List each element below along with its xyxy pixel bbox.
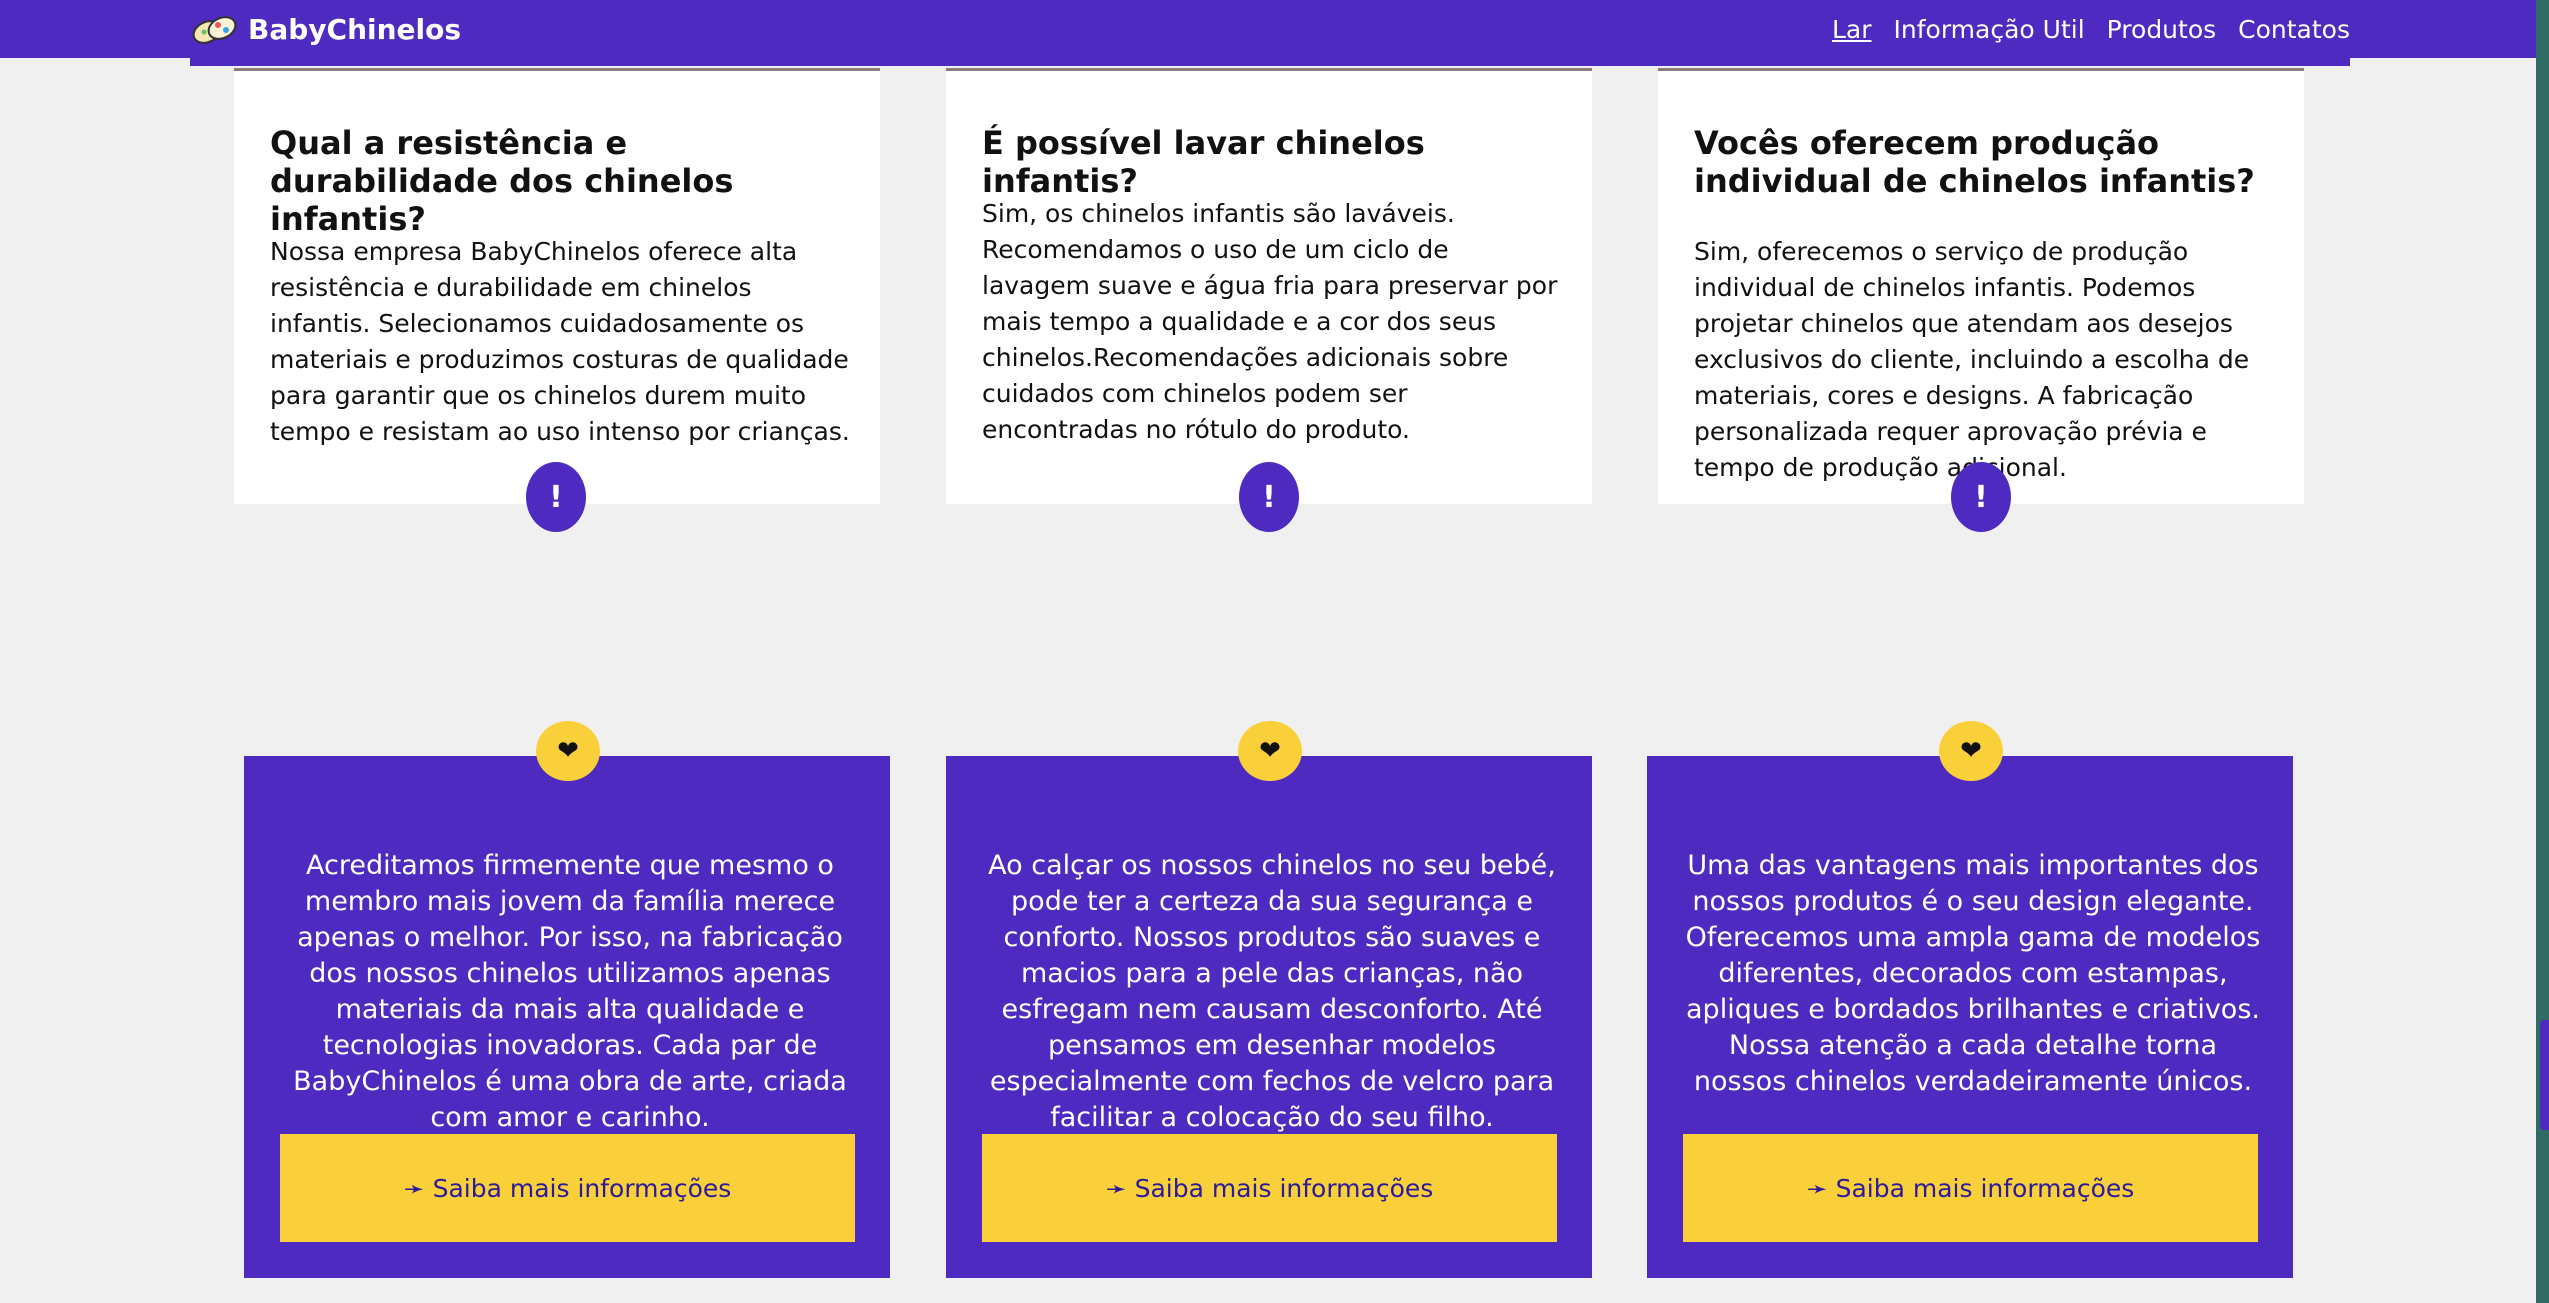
learn-more-button[interactable]: ➛ Saiba mais informações (982, 1134, 1557, 1242)
card-image-edge (946, 68, 1592, 71)
faq-text: Nossa empresa BabyChinelos oferece alta … (270, 237, 850, 446)
main-nav: Lar Informação Util Produtos Contatos (1832, 15, 2350, 44)
faq-card: Qual a resistência e durabilidade dos ch… (234, 68, 880, 504)
exclamation-icon: ! (1951, 462, 2011, 532)
slippers-logo-icon (192, 16, 237, 44)
heart-icon: ❤ (1939, 721, 2003, 781)
nav-link-lar[interactable]: Lar (1832, 15, 1872, 44)
feature-text: Ao calçar os nossos chinelos no seu bebé… (988, 850, 1556, 1133)
header-bar: BabyChinelos Lar Informação Util Produto… (190, 0, 2350, 66)
nav-link-contatos[interactable]: Contatos (2238, 15, 2350, 44)
exclamation-icon: ! (526, 462, 586, 532)
faq-title: É possível lavar chinelos infantis? (982, 124, 1425, 200)
learn-more-button[interactable]: ➛ Saiba mais informações (1683, 1134, 2258, 1242)
heart-icon: ❤ (536, 721, 600, 781)
faq-title: Qual a resistência e durabilidade dos ch… (270, 124, 734, 238)
nav-link-informacao-util[interactable]: Informação Util (1894, 15, 2085, 44)
brand-name: BabyChinelos (248, 12, 462, 46)
nav-link-produtos[interactable]: Produtos (2107, 15, 2217, 44)
faq-card: É possível lavar chinelos infantis? Sim,… (946, 68, 1592, 504)
feature-card: Acreditamos firmemente que mesmo o membr… (244, 756, 890, 1278)
faq-text: Sim, os chinelos infantis são laváveis. … (982, 199, 1558, 444)
heart-icon: ❤ (1238, 721, 1302, 781)
learn-more-button[interactable]: ➛ Saiba mais informações (280, 1134, 855, 1242)
faq-card: Vocês oferecem produção individual de ch… (1658, 68, 2304, 504)
card-image-edge (234, 68, 880, 71)
feature-card: Uma das vantagens mais importantes dos n… (1647, 756, 2293, 1278)
scrollbar-thumb[interactable] (2540, 1020, 2549, 1130)
page-scrollbar[interactable] (2536, 0, 2549, 1303)
exclamation-icon: ! (1239, 462, 1299, 532)
faq-title: Vocês oferecem produção individual de ch… (1694, 124, 2255, 200)
site-header: BabyChinelos Lar Informação Util Produto… (0, 0, 2536, 66)
feature-card: Ao calçar os nossos chinelos no seu bebé… (946, 756, 1592, 1278)
feature-text: Uma das vantagens mais importantes dos n… (1685, 850, 2261, 1097)
faq-text: Sim, oferecemos o serviço de produção in… (1694, 237, 2250, 482)
brand-logo[interactable]: BabyChinelos (190, 10, 461, 48)
feature-text: Acreditamos firmemente que mesmo o membr… (293, 850, 847, 1133)
card-image-edge (1658, 68, 2304, 71)
